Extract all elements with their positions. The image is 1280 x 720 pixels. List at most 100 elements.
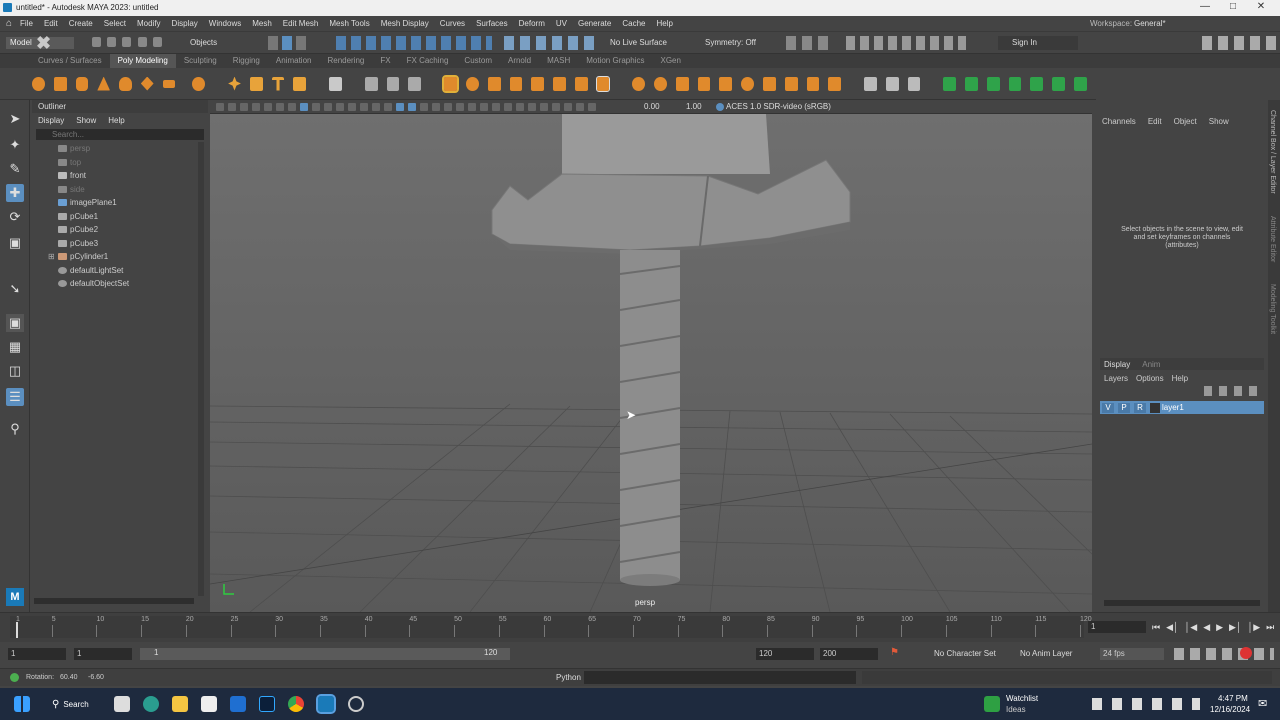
lasso-tool-icon[interactable]: ✦ [6, 136, 24, 154]
step-back-frame-icon[interactable]: │◀ [1185, 622, 1198, 633]
selection-mask-icons[interactable] [268, 36, 312, 50]
shelf-tab-custom[interactable]: Custom [456, 54, 500, 68]
shelf-tab-poly-modeling[interactable]: Poly Modeling [109, 54, 176, 68]
snap-tools-icons[interactable] [336, 36, 492, 50]
save-scene-icon[interactable] [122, 37, 132, 47]
offset-edge-loop-icon[interactable] [675, 76, 689, 91]
current-frame-field[interactable]: 1 [1088, 621, 1146, 633]
uv-layout-icon[interactable] [1052, 76, 1065, 91]
layer-tab-display[interactable]: Display [1104, 360, 1130, 369]
poly-disc-icon[interactable] [162, 79, 176, 88]
super-shape-icon[interactable] [228, 76, 241, 91]
command-input[interactable] [584, 671, 856, 684]
fill-hole-icon[interactable] [553, 76, 566, 91]
poly-plane-icon[interactable] [140, 76, 154, 91]
menu-help[interactable]: Help [656, 19, 672, 28]
menu-deform[interactable]: Deform [519, 19, 545, 28]
paint-select-icon[interactable]: ✎ [6, 160, 24, 178]
outliner-item-side[interactable]: side [32, 183, 208, 197]
layer-options-menu[interactable]: Options [1136, 374, 1164, 383]
platonic-solid-icon[interactable] [192, 76, 206, 91]
file-explorer-icon[interactable] [172, 696, 188, 712]
channels-menu[interactable]: Channels [1102, 117, 1136, 126]
outliner-item-persp[interactable]: persp [32, 142, 208, 156]
panel-toggle-icons[interactable] [1202, 36, 1276, 50]
channelbox-object-menu[interactable]: Object [1174, 117, 1197, 126]
render-tools-icons[interactable] [786, 36, 830, 50]
quad-draw-icon[interactable] [806, 76, 820, 91]
type-tool-icon[interactable] [271, 76, 285, 91]
circularize-icon[interactable] [697, 76, 711, 91]
start-button-icon[interactable] [14, 696, 30, 712]
play-forwards-icon[interactable]: ▶ [1216, 622, 1223, 633]
outliner-item-top[interactable]: top [32, 156, 208, 170]
viewport-toolbar-icons[interactable] [214, 100, 634, 114]
fps-dropdown[interactable]: 24 fps [1100, 648, 1164, 660]
channelbox-show-menu[interactable]: Show [1209, 117, 1229, 126]
menu-surfaces[interactable]: Surfaces [476, 19, 508, 28]
separate-icon[interactable] [386, 76, 400, 91]
shelf-tab-xgen[interactable]: XGen [652, 54, 688, 68]
uv-cut-icon[interactable] [1073, 76, 1087, 91]
clock-time[interactable]: 4:47 PM [1218, 694, 1248, 703]
shelf-tab-fx-caching[interactable]: FX Caching [399, 54, 457, 68]
layer-tab-anim[interactable]: Anim [1142, 360, 1160, 369]
channelbox-edit-menu[interactable]: Edit [1148, 117, 1162, 126]
outliner-item-imageplane1[interactable]: imagePlane1 [32, 196, 208, 210]
channelbox-horizontal-scrollbar[interactable] [1104, 600, 1260, 606]
manipulator-icon[interactable]: ➘ [6, 280, 24, 298]
edge-flow-icon[interactable] [885, 76, 899, 91]
outliner-item-pcube2[interactable]: pCube2 [32, 223, 208, 237]
extract-icon[interactable] [828, 76, 842, 91]
minimize-icon[interactable]: — [1192, 1, 1218, 12]
watchlist-title[interactable]: Watchlist [1006, 694, 1038, 703]
playback-loop-icon[interactable] [1240, 647, 1252, 659]
mirror-icon[interactable] [466, 76, 479, 91]
perspective-viewport[interactable]: 0.00 1.00 ACES 1.0 SDR-video (sRGB) ➤ pe… [210, 100, 1092, 612]
menu-cache[interactable]: Cache [622, 19, 645, 28]
range-bar[interactable]: 1 120 [140, 648, 510, 660]
single-view-icon[interactable]: ▣ [6, 314, 24, 332]
layer-row-layer1[interactable]: V P R layer1 [1100, 401, 1264, 414]
menu-file[interactable]: File [20, 19, 33, 28]
smooth-icon[interactable] [408, 76, 422, 91]
poly-cone-icon[interactable] [97, 76, 111, 91]
poly-sphere-icon[interactable] [32, 76, 45, 91]
uv-automatic-icon[interactable] [1008, 76, 1022, 91]
select-tool-icon[interactable]: ➤ [6, 110, 24, 128]
side-tab-attribute-editor[interactable]: Attribute Editor [1269, 216, 1276, 262]
time-ruler[interactable]: 1 5 10 15 20 25 30 35 40 45 50 55 60 65 70 75 80 85 90 95 10… [10, 616, 1092, 638]
merge-icon[interactable] [574, 76, 588, 91]
sweep-mesh-icon[interactable] [249, 76, 263, 91]
multi-cut-icon[interactable] [632, 76, 646, 91]
uv-editor-icon[interactable] [329, 76, 342, 91]
two-view-icon[interactable]: ◫ [6, 362, 24, 380]
current-time-indicator[interactable] [16, 622, 18, 638]
poke-icon[interactable] [741, 76, 754, 91]
menu-mesh[interactable]: Mesh [252, 19, 272, 28]
redo-icon[interactable] [152, 37, 162, 47]
poly-cylinder-icon[interactable] [75, 76, 89, 91]
shelf-tab-arnold[interactable]: Arnold [500, 54, 539, 68]
uv-cylindrical-icon[interactable] [965, 76, 978, 91]
shelf-tab-animation[interactable]: Animation [268, 54, 320, 68]
search-icon[interactable]: ⚲ [6, 420, 24, 438]
clock-date[interactable]: 12/16/2024 [1210, 705, 1250, 714]
go-to-start-icon[interactable]: ⏮ [1152, 622, 1160, 633]
uv-unfold-icon[interactable] [1030, 76, 1044, 91]
animation-end-field[interactable]: 200 [820, 648, 878, 660]
color-management-icon[interactable] [716, 103, 724, 111]
side-tab-channel-box[interactable]: Channel Box / Layer Editor [1269, 110, 1276, 194]
new-scene-icon[interactable] [92, 37, 101, 47]
taskbar-search-button[interactable]: ⚲ Search [44, 694, 100, 714]
gamma-field[interactable]: 1.00 [686, 102, 702, 111]
move-tool-icon[interactable]: ✚ [6, 184, 24, 202]
side-tab-modeling-toolkit[interactable]: Modeling Toolkit [1269, 284, 1276, 334]
live-surface-dropdown[interactable]: No Live Surface [610, 38, 667, 47]
maximize-icon[interactable]: □ [1220, 1, 1246, 12]
step-back-key-icon[interactable]: ◀│ [1166, 622, 1179, 633]
open-scene-icon[interactable] [107, 37, 117, 47]
extrude-icon[interactable] [487, 76, 501, 91]
menu-generate[interactable]: Generate [578, 19, 611, 28]
animation-start-field[interactable]: 1 [8, 648, 66, 660]
